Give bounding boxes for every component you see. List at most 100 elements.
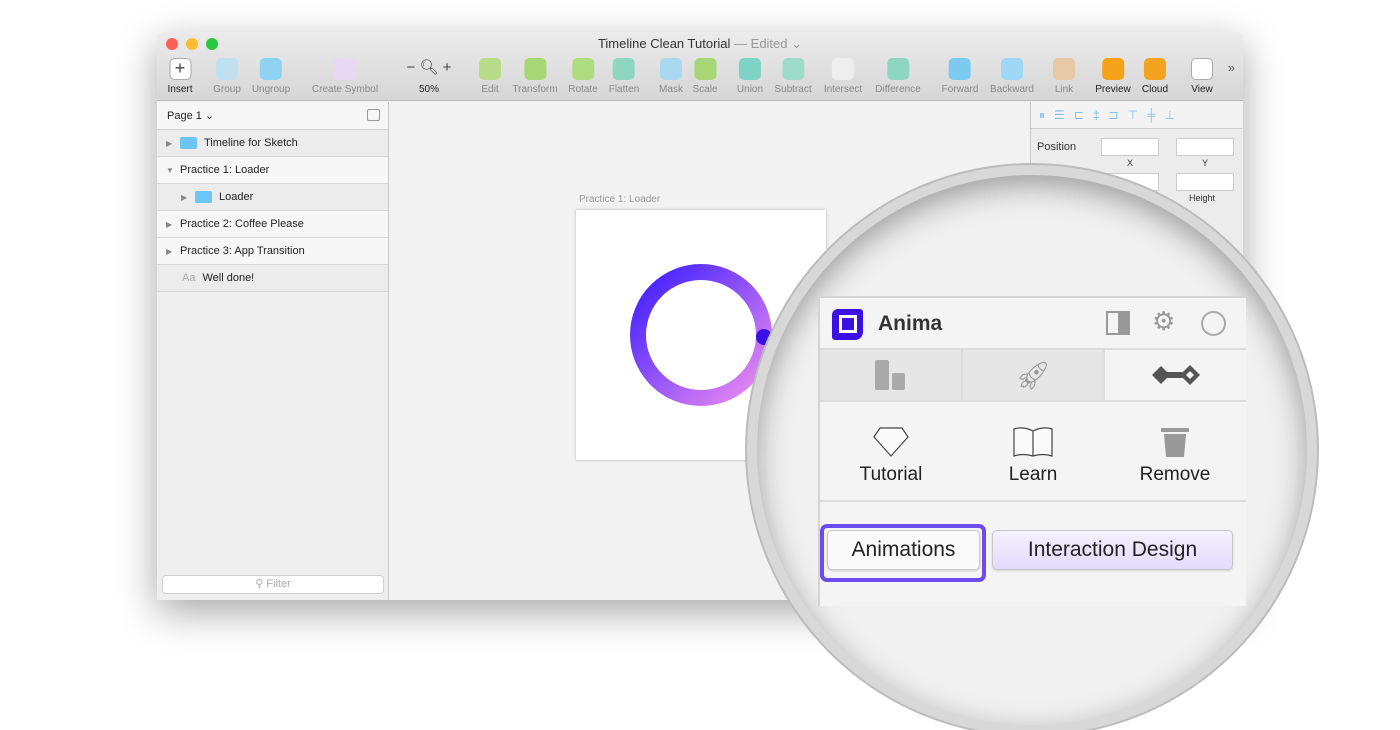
detach-icon[interactable] xyxy=(1201,311,1226,336)
disclosure-triangle-icon[interactable]: ▶ xyxy=(166,247,180,256)
position-label: Position xyxy=(1037,141,1077,153)
tab-layout[interactable] xyxy=(820,350,963,400)
tab-launchpad[interactable]: 🚀︎ xyxy=(962,350,1106,400)
artboard-label[interactable]: Practice 1: Loader xyxy=(579,194,660,205)
toolbar-label: Group xyxy=(213,84,241,95)
folder-icon xyxy=(180,137,197,149)
anima-logo-icon xyxy=(832,309,863,340)
align-right-icon[interactable]: ⊐ xyxy=(1109,108,1119,122)
toolbar-intersect-button[interactable]: Intersect xyxy=(824,58,862,95)
layers-sidebar: Page 1 ⌄ ▶ Timeline for Sketch ▼ Practice 1… xyxy=(157,102,389,600)
toolbar-label: Cloud xyxy=(1141,84,1169,95)
group-icon xyxy=(215,58,238,80)
learn-label: Learn xyxy=(1008,464,1058,485)
magnifier: Anima ⚙ 🚀︎ Tutorial Learn Remove Animati… xyxy=(757,175,1307,725)
panel-toggle-icon[interactable] xyxy=(1106,311,1130,335)
layer-row[interactable]: ▶ Loader xyxy=(157,184,388,211)
toolbar-label: Preview xyxy=(1095,84,1131,95)
anima-title: Anima xyxy=(878,312,943,335)
toolbar-scale-button[interactable]: Scale xyxy=(692,58,718,95)
filter-placeholder: Filter xyxy=(266,578,291,590)
anima-panel: Anima ⚙ 🚀︎ Tutorial Learn Remove Animati… xyxy=(818,296,1247,606)
backward-icon xyxy=(1001,58,1023,80)
layer-row[interactable]: Aa Well done! xyxy=(157,265,388,292)
disclosure-triangle-icon[interactable]: ▶ xyxy=(181,193,195,202)
align-left-icon[interactable]: ⊏ xyxy=(1074,108,1084,122)
toolbar-label: 50% xyxy=(418,84,439,95)
toolbar-label: Transform xyxy=(512,84,558,95)
layer-row[interactable]: ▶ Timeline for Sketch xyxy=(157,130,388,157)
toolbar-rotate-button[interactable]: Rotate xyxy=(568,58,598,95)
toolbar-difference-button[interactable]: Difference xyxy=(875,58,921,95)
rotate-icon xyxy=(572,58,594,80)
y-field[interactable] xyxy=(1176,138,1234,156)
toolbar-view-button[interactable]: View xyxy=(1191,58,1213,95)
edited-status[interactable]: — Edited xyxy=(734,36,787,51)
collapse-icon[interactable] xyxy=(367,109,380,121)
union-icon xyxy=(738,58,761,80)
layer-name: Loader xyxy=(219,191,254,203)
distribute-v-icon[interactable]: ☰ xyxy=(1054,108,1065,122)
toolbar-mask-button[interactable]: Mask xyxy=(659,58,683,95)
height-field[interactable] xyxy=(1176,173,1234,191)
search-icon: ⚲ xyxy=(255,578,264,590)
toolbar-group-button[interactable]: Group xyxy=(213,58,241,95)
page-selector[interactable]: Page 1 ⌄ xyxy=(157,102,388,130)
disclosure-triangle-icon[interactable]: ▼ xyxy=(166,166,180,175)
layer-name: Practice 1: Loader xyxy=(180,164,270,176)
toolbar-union-button[interactable]: Union xyxy=(737,58,763,95)
layer-row[interactable]: ▼ Practice 1: Loader xyxy=(157,157,388,184)
tab-timeline[interactable] xyxy=(1105,350,1247,400)
toolbar-label: Mask xyxy=(659,84,683,95)
tutorial-label: Tutorial xyxy=(859,464,923,485)
disclosure-triangle-icon[interactable]: ▶ xyxy=(166,139,180,148)
overflow-chevron-icon[interactable]: » xyxy=(1228,60,1235,75)
toolbar-flatten-button[interactable]: Flatten xyxy=(609,58,639,95)
x-label: X xyxy=(1127,158,1134,168)
align-middle-icon[interactable]: ╪ xyxy=(1147,108,1156,122)
rocket-icon: 🚀︎ xyxy=(1015,359,1051,391)
interaction-design-button[interactable]: Interaction Design xyxy=(992,530,1233,570)
subtract-icon xyxy=(782,58,804,80)
scale-icon xyxy=(693,58,716,80)
toolbar-label: Link xyxy=(1054,84,1074,95)
toolbar-label: Scale xyxy=(692,84,718,95)
text-layer-icon: Aa xyxy=(182,272,196,284)
toolbar-ungroup-button[interactable]: Ungroup xyxy=(252,58,290,95)
learn-button[interactable]: Learn xyxy=(962,402,1104,500)
align-bottom-icon[interactable]: ⊥ xyxy=(1165,108,1175,122)
remove-button[interactable]: Remove xyxy=(1104,402,1246,500)
toolbar-symbol-button[interactable]: Create Symbol xyxy=(312,58,378,95)
toolbar-label: Subtract xyxy=(774,84,812,95)
toolbar-transform-button[interactable]: Transform xyxy=(512,58,558,95)
toolbar-label: Forward xyxy=(941,84,979,95)
toolbar-preview-button[interactable]: Preview xyxy=(1095,58,1131,95)
align-center-icon[interactable]: ‡ xyxy=(1093,108,1100,122)
toolbar-label: Union xyxy=(736,84,764,95)
layer-row[interactable]: ▶ Practice 2: Coffee Please xyxy=(157,211,388,238)
diamond-icon xyxy=(873,427,909,457)
filter-input[interactable]: ⚲ Filter xyxy=(162,575,384,594)
x-field[interactable] xyxy=(1101,138,1159,156)
toolbar-cloud-button[interactable]: Cloud xyxy=(1142,58,1168,95)
distribute-h-icon[interactable]: ⏸ xyxy=(1039,108,1045,123)
align-top-icon[interactable]: ⊤ xyxy=(1128,108,1138,122)
layer-row[interactable]: ▶ Practice 3: App Transition xyxy=(157,238,388,265)
difference-icon xyxy=(887,58,909,80)
toolbar-link-button[interactable]: Link xyxy=(1053,58,1075,95)
tutorial-button[interactable]: Tutorial xyxy=(820,402,962,500)
toolbar-subtract-button[interactable]: Subtract xyxy=(774,58,812,95)
toolbar-plus-button[interactable]: + Insert xyxy=(167,58,193,95)
toolbar-zoom-button[interactable]: − 🔍︎ + 50% xyxy=(399,58,459,95)
book-icon xyxy=(1013,427,1053,457)
cloud-icon xyxy=(1143,58,1166,80)
animations-button[interactable]: Animations xyxy=(827,530,980,570)
disclosure-triangle-icon[interactable]: ▶ xyxy=(166,220,180,229)
toolbar-backward-button[interactable]: Backward xyxy=(990,58,1034,95)
toolbar-label: Intersect xyxy=(823,84,863,95)
gear-icon[interactable]: ⚙ xyxy=(1152,306,1175,337)
toolbar-forward-button[interactable]: Forward xyxy=(941,58,979,95)
height-label: Height xyxy=(1189,193,1216,203)
symbol-icon xyxy=(333,58,356,80)
toolbar-edit-button[interactable]: Edit xyxy=(479,58,501,95)
